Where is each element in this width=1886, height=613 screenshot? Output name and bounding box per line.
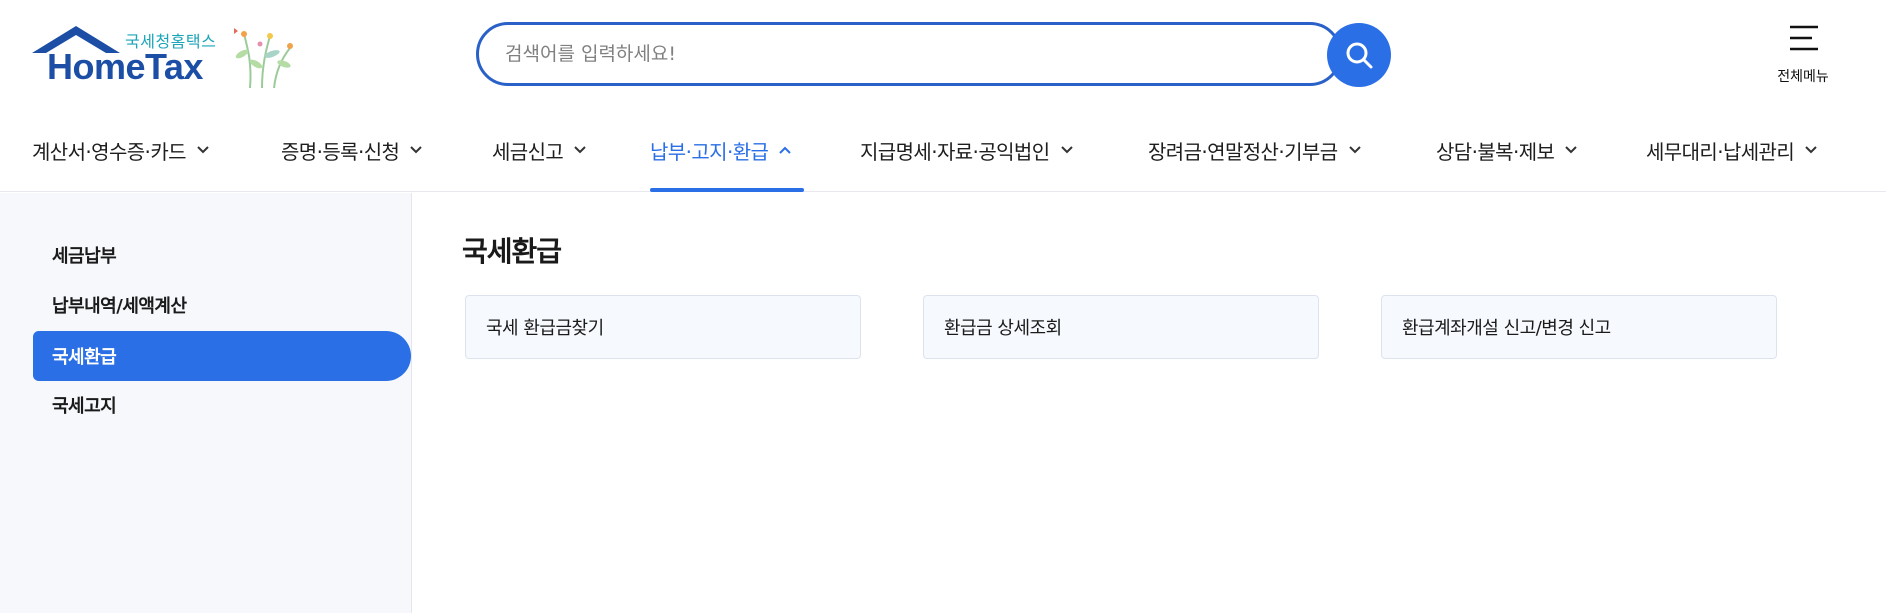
card-refund-account[interactable]: 환급계좌개설 신고/변경 신고 [1381, 295, 1777, 359]
chevron-down-icon [1564, 145, 1578, 155]
plant-illustration-icon [234, 28, 293, 89]
hometax-logo[interactable]: 국세청홈택스 HomeTax [32, 18, 302, 94]
nav-item-consult-appeal-report[interactable]: 상담·불복·제보 [1436, 126, 1578, 174]
page-title: 국세환급 [462, 235, 562, 268]
nav-item-label: 세금신고 [492, 139, 564, 164]
search-button[interactable] [1327, 23, 1391, 87]
chevron-down-icon [196, 145, 210, 155]
nav-item-certificate-registration[interactable]: 증명·등록·신청 [281, 126, 423, 174]
all-menu-button[interactable]: 전체메뉴 [1766, 22, 1840, 88]
hamburger-menu-icon [1790, 25, 1818, 51]
chevron-down-icon [409, 145, 423, 155]
nav-item-payment-notice-refund[interactable]: 납부·고지·환급 [650, 126, 792, 174]
card-find-refund[interactable]: 국세 환급금찾기 [465, 295, 861, 359]
nav-item-label: 지급명세·자료·공익법인 [860, 139, 1050, 164]
main-nav: 계산서·영수증·카드 증명·등록·신청 세금신고 납부·고지·환급 지급명세·자… [0, 108, 1886, 192]
nav-item-label: 납부·고지·환급 [650, 139, 769, 164]
nav-item-incentive-yearend-donation[interactable]: 장려금·연말정산·기부금 [1148, 126, 1362, 174]
nav-item-label: 증명·등록·신청 [281, 139, 400, 164]
nav-item-label: 세무대리·납세관리 [1646, 139, 1795, 164]
nav-item-tax-agent-management[interactable]: 세무대리·납세관리 [1646, 126, 1818, 174]
chevron-down-icon [573, 145, 587, 155]
sidebar-item-national-tax-notice[interactable]: 국세고지 [33, 380, 411, 430]
nav-item-tax-filing[interactable]: 세금신고 [492, 126, 587, 174]
active-nav-indicator [650, 188, 804, 192]
nav-item-payment-statement-data[interactable]: 지급명세·자료·공익법인 [860, 126, 1074, 174]
logo-wordmark: HomeTax [47, 46, 203, 87]
sidebar-item-tax-payment[interactable]: 세금납부 [33, 230, 411, 280]
chevron-down-icon [1348, 145, 1362, 155]
chevron-down-icon [1060, 145, 1074, 155]
nav-item-invoice-receipt-card[interactable]: 계산서·영수증·카드 [32, 126, 210, 174]
nav-item-label: 장려금·연말정산·기부금 [1148, 139, 1338, 164]
card-refund-detail[interactable]: 환급금 상세조회 [923, 295, 1319, 359]
sidebar-item-payment-history[interactable]: 납부내역/세액계산 [33, 280, 411, 330]
sidebar: 세금납부 납부내역/세액계산 국세환급 국세고지 [0, 193, 412, 613]
all-menu-label: 전체메뉴 [1777, 69, 1829, 85]
search-input[interactable] [505, 25, 1285, 83]
nav-item-label: 상담·불복·제보 [1436, 139, 1555, 164]
sidebar-item-national-tax-refund[interactable]: 국세환급 [33, 331, 411, 381]
chevron-up-icon [778, 145, 792, 155]
chevron-down-icon [1804, 145, 1818, 155]
nav-item-label: 계산서·영수증·카드 [32, 139, 187, 164]
search-box [476, 22, 1342, 86]
search-icon [1346, 42, 1373, 69]
header: 국세청홈택스 HomeTax 전체메 [0, 0, 1886, 108]
